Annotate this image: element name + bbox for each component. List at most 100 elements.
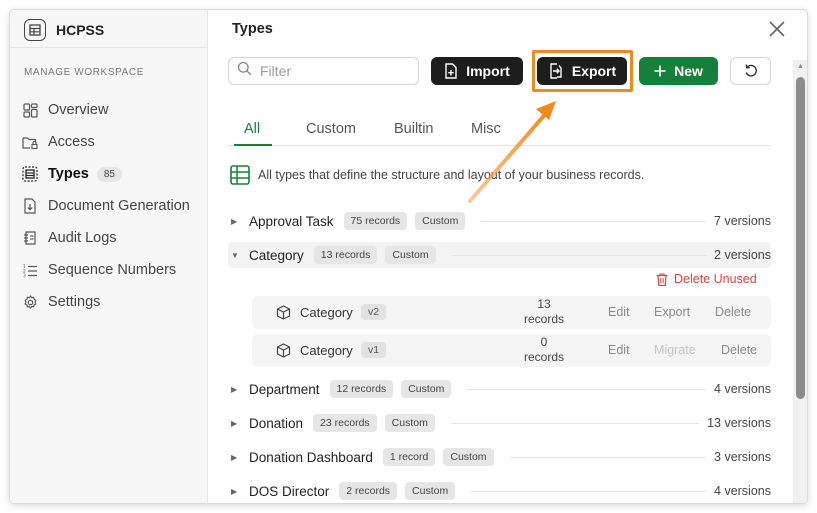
delete-button[interactable]: Delete — [721, 343, 757, 357]
import-button-label: Import — [466, 63, 510, 79]
version-row-v1: Category v1 0 records Edit Migrate Delet… — [252, 334, 771, 367]
sidebar: HCPSS MANAGE WORKSPACE Overview Access T… — [10, 10, 208, 503]
tab-builtin[interactable]: Builtin — [394, 114, 434, 146]
logs-icon — [22, 230, 38, 246]
chevron-right-icon: ▶ — [231, 486, 238, 496]
sidebar-item-label: Access — [48, 134, 95, 150]
export-highlight-box — [532, 50, 633, 92]
tab-all[interactable]: All — [234, 114, 272, 146]
sidebar-item-label: Audit Logs — [48, 230, 117, 246]
type-row-donation-dashboard[interactable]: ▶ Donation Dashboard 1 record Custom 3 v… — [228, 444, 771, 470]
divider-line — [481, 220, 707, 222]
records-badge: 1 record — [382, 448, 436, 466]
migrate-button[interactable]: Migrate — [654, 343, 696, 357]
divider-line — [509, 456, 707, 458]
records-unit: records — [523, 312, 564, 326]
sidebar-item-audit-logs[interactable]: Audit Logs — [22, 222, 202, 254]
versions-count: 7 versions — [714, 214, 771, 228]
sidebar-nav: Overview Access Types 85 Document Genera… — [22, 94, 202, 318]
kind-badge: Custom — [415, 212, 466, 230]
sidebar-item-access[interactable]: Access — [22, 126, 202, 158]
chevron-right-icon: ▶ — [231, 452, 238, 462]
tab-misc[interactable]: Misc — [471, 114, 501, 146]
records-badge: 12 records — [329, 380, 394, 398]
chevron-down-icon: ▼ — [231, 250, 239, 260]
main-panel: Types Import Export Ne — [209, 10, 807, 503]
export-version-button[interactable]: Export — [654, 305, 690, 319]
version-name: Category — [300, 305, 353, 320]
records-badge: 2 records — [339, 482, 398, 500]
folder-lock-icon — [22, 134, 38, 150]
refresh-icon — [743, 63, 759, 79]
svg-text:3: 3 — [23, 273, 26, 278]
refresh-button[interactable] — [730, 57, 771, 85]
sidebar-item-types[interactable]: Types 85 — [22, 158, 202, 190]
records-badge: 23 records — [313, 414, 377, 432]
scrollbar-thumb[interactable] — [796, 77, 805, 399]
filter-field[interactable] — [228, 57, 419, 85]
cube-icon — [276, 343, 291, 363]
version-badge: v2 — [361, 304, 387, 320]
kind-badge: Custom — [443, 448, 494, 466]
type-row-dos-director[interactable]: ▶ DOS Director 2 records Custom 4 versio… — [228, 478, 771, 503]
types-count-badge: 85 — [96, 166, 122, 182]
chevron-right-icon: ▶ — [231, 216, 238, 226]
cube-icon — [276, 305, 291, 325]
version-row-v2: Category v2 13 records Edit Export Delet… — [252, 296, 771, 329]
sidebar-item-settings[interactable]: Settings — [22, 286, 202, 318]
versions-count: 2 versions — [714, 248, 771, 262]
records-unit: records — [523, 350, 564, 364]
delete-button[interactable]: Delete — [715, 305, 751, 319]
versions-count: 4 versions — [714, 484, 771, 498]
close-icon[interactable] — [767, 19, 787, 39]
import-button[interactable]: Import — [431, 57, 523, 85]
type-row-department[interactable]: ▶ Department 12 records Custom 4 version… — [228, 376, 771, 402]
type-name: Donation — [249, 415, 304, 431]
info-line: All types that define the structure and … — [230, 165, 644, 185]
kind-badge: Custom — [401, 380, 452, 398]
gear-icon — [22, 294, 38, 310]
filter-input[interactable] — [260, 63, 410, 79]
type-row-approval-task[interactable]: ▶ Approval Task 75 records Custom 7 vers… — [228, 208, 771, 234]
sidebar-item-sequence-numbers[interactable]: 123 Sequence Numbers — [22, 254, 202, 286]
new-button-label: New — [674, 63, 703, 79]
sidebar-item-label: Types — [48, 166, 89, 182]
info-text: All types that define the structure and … — [258, 168, 645, 182]
tab-custom[interactable]: Custom — [306, 114, 356, 146]
type-name: Department — [249, 381, 320, 397]
type-row-donation[interactable]: ▶ Donation 23 records Custom 13 versions — [228, 410, 771, 436]
divider-line — [467, 388, 707, 390]
sidebar-item-label: Settings — [48, 294, 101, 310]
version-badge: v1 — [361, 342, 387, 358]
sidebar-item-overview[interactable]: Overview — [22, 94, 202, 126]
page-title: Types — [232, 21, 273, 37]
tab-bar: All Custom Builtin Misc — [228, 114, 771, 146]
sidebar-item-label: Overview — [48, 102, 109, 118]
edit-button[interactable]: Edit — [608, 343, 630, 357]
scrollbar[interactable]: ▲ — [793, 60, 807, 503]
plus-icon — [654, 65, 666, 77]
sidebar-item-label: Document Generation — [48, 198, 190, 214]
sidebar-item-label: Sequence Numbers — [48, 262, 177, 278]
versions-count: 4 versions — [714, 382, 771, 396]
scroll-up-arrow-icon[interactable]: ▲ — [797, 63, 804, 70]
divider-line — [450, 422, 700, 424]
type-name: Donation Dashboard — [249, 449, 373, 465]
app-name: HCPSS — [56, 22, 105, 38]
sidebar-item-document-generation[interactable]: Document Generation — [22, 190, 202, 222]
chevron-right-icon: ▶ — [231, 384, 238, 394]
table-icon — [24, 19, 46, 41]
edit-button[interactable]: Edit — [608, 305, 630, 319]
brand[interactable]: HCPSS — [24, 18, 104, 42]
numbered-list-icon: 123 — [22, 262, 38, 278]
trash-icon — [656, 272, 668, 286]
divider — [10, 47, 208, 48]
new-button[interactable]: New — [639, 57, 718, 85]
delete-unused-button[interactable]: Delete Unused — [656, 272, 757, 286]
type-name: Category — [249, 247, 304, 263]
kind-badge: Custom — [385, 246, 436, 264]
dashboard-icon — [22, 102, 38, 118]
type-row-category[interactable]: ▼ Category 13 records Custom 2 versions — [228, 242, 771, 268]
chevron-right-icon: ▶ — [231, 418, 238, 428]
search-icon — [237, 61, 252, 81]
